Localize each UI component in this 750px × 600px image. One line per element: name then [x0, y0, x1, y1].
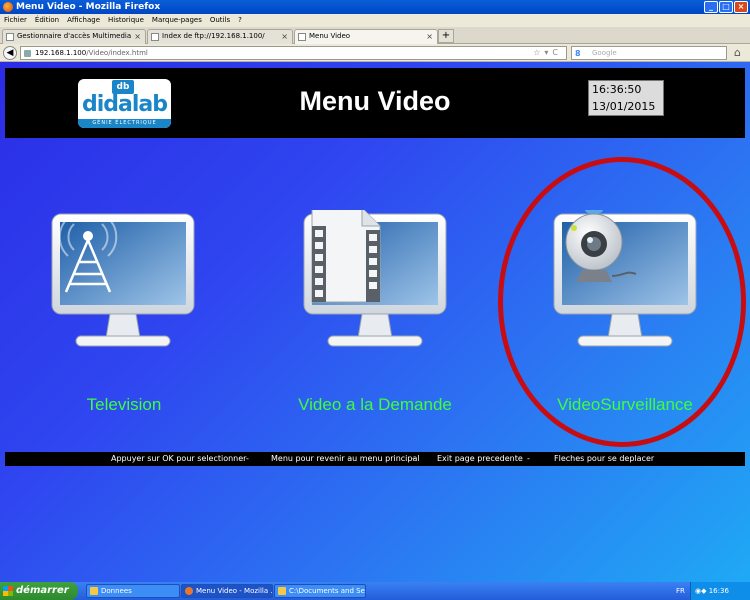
close-button[interactable]: × [734, 1, 748, 13]
menu-help[interactable]: ? [238, 14, 242, 27]
menu-bar: Fichier Édition Affichage Historique Mar… [0, 14, 750, 27]
menu-historique[interactable]: Historique [108, 14, 144, 27]
minimize-button[interactable]: _ [704, 1, 718, 13]
star-reload-icon[interactable]: ☆▾C [533, 47, 562, 59]
menu-outils[interactable]: Outils [210, 14, 230, 27]
start-button[interactable]: démarrer [0, 582, 78, 600]
task-label: C:\Documents and Se... [289, 587, 366, 595]
search-input[interactable]: 8 Google [571, 46, 727, 60]
tab-close-icon[interactable]: × [426, 30, 433, 43]
clock-date: 13/01/2015 [592, 100, 656, 113]
help-separator: - [527, 454, 530, 463]
maximize-button[interactable]: □ [719, 1, 733, 13]
firefox-icon [185, 587, 193, 595]
window-title: Menu Video - Mozilla Firefox [16, 2, 161, 12]
help-separator: - [246, 454, 249, 463]
menu-affichage[interactable]: Affichage [67, 14, 100, 27]
window-controls: _ □ × [704, 1, 748, 13]
start-label: démarrer [16, 585, 69, 596]
tab-label: Gestionnaire d'accès Multimedia [17, 32, 132, 40]
tab-bar: Gestionnaire d'accès Multimedia × Index … [0, 27, 750, 44]
tile-label-video-demande[interactable]: Video a la Demande [275, 395, 475, 415]
tab-gestionnaire[interactable]: Gestionnaire d'accès Multimedia × [2, 29, 146, 44]
firefox-icon [3, 2, 13, 12]
folder-icon [90, 587, 98, 595]
task-menu-video[interactable]: Menu Video - Mozilla ... [181, 584, 273, 598]
url-path: /Video/index.html [86, 49, 148, 57]
page-icon [298, 33, 306, 41]
folder-icon [278, 587, 286, 595]
home-icon[interactable]: ⌂ [734, 46, 741, 59]
film-file-icon [303, 207, 447, 347]
help-arrows: Fleches pour se deplacer [554, 454, 655, 463]
tab-menu-video[interactable]: Menu Video × [294, 29, 438, 44]
system-tray: ◉◆ 16:36 [690, 582, 750, 600]
menu-fichier[interactable]: Fichier [4, 14, 27, 27]
page-title: Menu Video [299, 86, 451, 116]
tile-label-television[interactable]: Television [24, 395, 224, 415]
tab-close-icon[interactable]: × [281, 30, 288, 43]
task-label: Donnees [101, 587, 132, 595]
page-viewport: db didalab GÉNIE ÉLECTRIQUE Menu Video 1… [0, 62, 750, 582]
tab-label: Index de ftp://192.168.1.100/ [162, 32, 265, 40]
site-icon [24, 50, 31, 57]
logo-subtitle: GÉNIE ÉLECTRIQUE [78, 119, 171, 128]
windows-logo-icon [3, 586, 13, 596]
tile-video-demande[interactable] [300, 207, 450, 350]
search-placeholder: Google [592, 49, 617, 57]
tab-ftp-index[interactable]: Index de ftp://192.168.1.100/ × [147, 29, 293, 44]
language-indicator[interactable]: FR [676, 582, 685, 600]
help-exit: Exit page precedente [437, 454, 523, 463]
task-documents[interactable]: C:\Documents and Se... [274, 584, 366, 598]
logo-name: didalab [81, 92, 168, 117]
clock-time: 16:36:50 [592, 83, 642, 96]
google-icon: 8 [575, 49, 581, 58]
back-button[interactable]: ◀ [3, 46, 17, 60]
help-ok: Appuyer sur OK pour selectionner [111, 454, 247, 463]
window-title-bar: Menu Video - Mozilla Firefox _ □ × [0, 0, 750, 14]
clock-display: 16:36:50 13/01/2015 [588, 80, 664, 116]
task-donnees[interactable]: Donnees [86, 584, 180, 598]
tile-television[interactable] [48, 210, 198, 350]
menu-marque-pages[interactable]: Marque-pages [152, 14, 202, 27]
url-host: 192.168.1.100 [35, 49, 87, 57]
help-menu: Menu pour revenir au menu principal [271, 454, 420, 463]
page-header: db didalab GÉNIE ÉLECTRIQUE Menu Video 1… [5, 68, 745, 138]
task-label: Menu Video - Mozilla ... [196, 587, 273, 595]
tray-clock: 16:36 [708, 587, 729, 595]
page-icon [6, 33, 14, 41]
new-tab-button[interactable]: + [438, 29, 454, 43]
tray-icons[interactable]: ◉◆ [695, 587, 709, 595]
address-bar[interactable]: 192.168.1.100/Video/index.html ☆▾C [20, 46, 567, 60]
help-separator: - [412, 454, 415, 463]
help-footer: Appuyer sur OK pour selectionner - Menu … [5, 452, 745, 466]
didalab-logo: db didalab GÉNIE ÉLECTRIQUE [78, 79, 171, 128]
tv-antenna-icon [51, 213, 195, 347]
navigation-bar: ◀ 192.168.1.100/Video/index.html ☆▾C 8 G… [0, 44, 750, 62]
page-icon [151, 33, 159, 41]
menu-edition[interactable]: Édition [35, 14, 59, 27]
tab-close-icon[interactable]: × [134, 30, 141, 43]
windows-taskbar: démarrer Donnees Menu Video - Mozilla ..… [0, 582, 750, 600]
tab-label: Menu Video [309, 32, 351, 40]
selection-highlight-circle [498, 157, 746, 447]
